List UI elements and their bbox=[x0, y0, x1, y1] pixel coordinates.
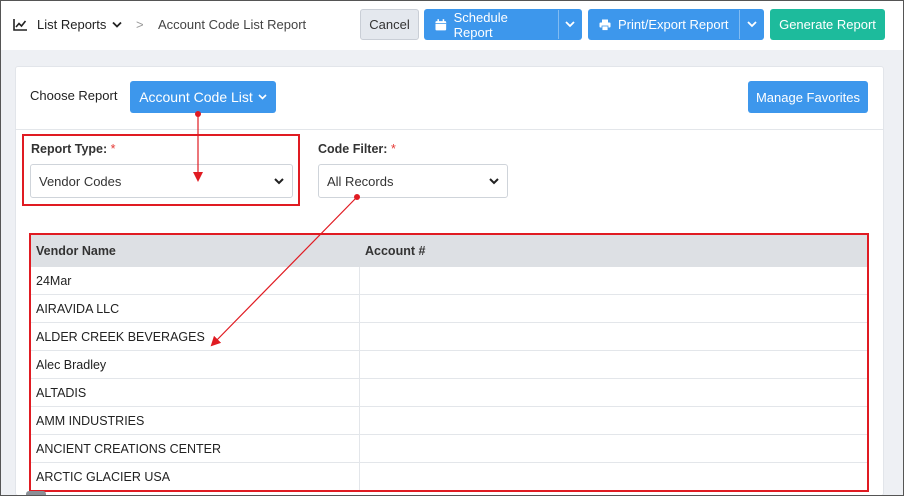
breadcrumb-separator: > bbox=[136, 17, 144, 32]
printer-icon bbox=[599, 19, 611, 31]
choose-report-label: Choose Report bbox=[30, 88, 118, 103]
print-export-main[interactable]: Print/Export Report bbox=[589, 10, 739, 39]
chevron-down-icon bbox=[565, 21, 575, 28]
breadcrumb-current: Account Code List Report bbox=[158, 17, 307, 32]
required-mark: * bbox=[390, 142, 396, 156]
code-filter-select[interactable]: All Records bbox=[318, 164, 508, 198]
chevron-down-icon bbox=[258, 94, 267, 100]
print-export-dropdown[interactable] bbox=[739, 10, 763, 39]
print-export-button[interactable]: Print/Export Report bbox=[588, 9, 764, 40]
schedule-report-button[interactable]: Schedule Report bbox=[424, 9, 582, 40]
report-type-highlight bbox=[22, 134, 300, 206]
card-divider bbox=[16, 129, 883, 130]
print-export-label: Print/Export Report bbox=[618, 17, 729, 32]
schedule-report-main[interactable]: Schedule Report bbox=[425, 9, 558, 40]
table-highlight bbox=[29, 233, 869, 492]
choose-report-value: Account Code List bbox=[139, 89, 253, 105]
schedule-report-label: Schedule Report bbox=[453, 9, 508, 40]
cancel-button[interactable]: Cancel bbox=[360, 9, 419, 40]
chevron-down-icon bbox=[746, 21, 757, 28]
breadcrumb-root[interactable]: List Reports bbox=[13, 17, 123, 32]
calendar-icon bbox=[435, 18, 447, 30]
generate-report-button[interactable]: Generate Report bbox=[770, 9, 885, 40]
line-chart-icon bbox=[13, 18, 27, 31]
scrollbar-thumb[interactable] bbox=[26, 491, 46, 496]
code-filter-label: Code Filter: * bbox=[318, 142, 396, 156]
code-filter-value: All Records bbox=[327, 173, 394, 189]
chevron-down-icon bbox=[112, 21, 123, 28]
choose-report-dropdown[interactable]: Account Code List bbox=[130, 81, 276, 113]
code-filter-label-text: Code Filter: bbox=[318, 142, 388, 156]
breadcrumb-root-label: List Reports bbox=[37, 17, 107, 32]
manage-favorites-button[interactable]: Manage Favorites bbox=[748, 81, 868, 113]
schedule-report-dropdown[interactable] bbox=[557, 10, 581, 39]
chevron-down-icon bbox=[489, 177, 499, 184]
